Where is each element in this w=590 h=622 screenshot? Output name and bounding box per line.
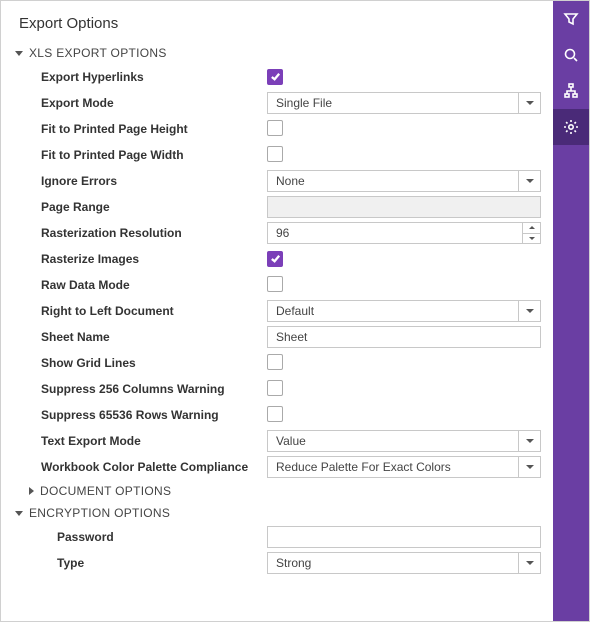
field-label: Export Mode [41,96,267,110]
filter-button[interactable] [553,1,589,37]
select-value: Default [276,304,314,318]
rtl-select[interactable]: Default [267,300,541,322]
field-label: Page Range [41,200,267,214]
field-label: Sheet Name [41,330,267,344]
fit-height-checkbox[interactable] [267,120,283,136]
field-label: Fit to Printed Page Height [41,122,267,136]
input-value: 96 [276,226,289,240]
right-sidebar [553,1,589,621]
select-value: Strong [276,556,311,570]
field-label: Fit to Printed Page Width [41,148,267,162]
section-label: XLS EXPORT OPTIONS [29,46,167,60]
search-icon [563,47,579,63]
field-label: Password [57,530,267,544]
sheet-name-input[interactable] [267,326,541,348]
text-export-mode-select[interactable]: Value [267,430,541,452]
caret-down-icon [518,171,540,191]
field-label: Suppress 65536 Rows Warning [41,408,267,422]
field-label: Rasterization Resolution [41,226,267,240]
search-button[interactable] [553,37,589,73]
filter-icon [563,11,579,27]
field-label: Type [57,556,267,570]
spin-up-button[interactable] [523,223,540,234]
field-label: Show Grid Lines [41,356,267,370]
show-grid-lines-checkbox[interactable] [267,354,283,370]
caret-down-icon [518,553,540,573]
section-xls-export-options[interactable]: XLS EXPORT OPTIONS [1,42,553,64]
encryption-type-select[interactable]: Strong [267,552,541,574]
password-input[interactable] [267,526,541,548]
field-label: Raw Data Mode [41,278,267,292]
field-label: Export Hyperlinks [41,70,267,84]
section-document-options[interactable]: DOCUMENT OPTIONS [1,480,553,502]
export-hyperlinks-checkbox[interactable] [267,69,283,85]
field-list-button[interactable] [553,73,589,109]
ignore-errors-select[interactable]: None [267,170,541,192]
chevron-down-icon [15,51,23,56]
select-value: Reduce Palette For Exact Colors [276,460,451,474]
settings-button[interactable] [553,109,589,145]
palette-select[interactable]: Reduce Palette For Exact Colors [267,456,541,478]
export-mode-select[interactable]: Single File [267,92,541,114]
rasterization-resolution-input[interactable]: 96 [267,222,541,244]
select-value: None [276,174,305,188]
panel-title: Export Options [1,1,553,42]
field-label: Rasterize Images [41,252,267,266]
tree-icon [563,83,579,99]
section-label: ENCRYPTION OPTIONS [29,506,170,520]
field-label: Workbook Color Palette Compliance [41,460,267,474]
caret-down-icon [518,301,540,321]
field-label: Text Export Mode [41,434,267,448]
caret-down-icon [518,431,540,451]
select-value: Single File [276,96,332,110]
raw-data-mode-checkbox[interactable] [267,276,283,292]
export-options-panel: Export Options XLS EXPORT OPTIONS Export… [1,1,553,621]
select-value: Value [276,434,306,448]
page-range-input[interactable] [267,196,541,218]
caret-down-icon [518,457,540,477]
chevron-down-icon [15,511,23,516]
caret-down-icon [518,93,540,113]
spin-down-button[interactable] [523,234,540,244]
rasterize-images-checkbox[interactable] [267,251,283,267]
section-label: DOCUMENT OPTIONS [40,484,171,498]
suppress-256-checkbox[interactable] [267,380,283,396]
field-label: Ignore Errors [41,174,267,188]
field-label: Suppress 256 Columns Warning [41,382,267,396]
gear-icon [563,119,579,135]
suppress-65536-checkbox[interactable] [267,406,283,422]
field-label: Right to Left Document [41,304,267,318]
fit-width-checkbox[interactable] [267,146,283,162]
chevron-right-icon [29,487,34,495]
section-encryption-options[interactable]: ENCRYPTION OPTIONS [1,502,553,524]
